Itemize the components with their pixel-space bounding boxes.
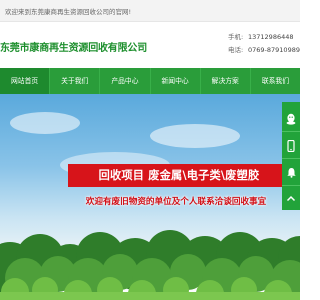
site-header: 东莞市康商再生资源回收有限公司 手机: 13712986448 电话: 0769… — [0, 22, 300, 68]
nav-item-home[interactable]: 网站首页 — [0, 68, 51, 94]
banner-title-box: 回收项目 废金属\电子类\废塑胶 — [68, 164, 290, 187]
contact-info: 手机: 13712986448 电话: 0769-87910989 — [228, 31, 300, 57]
cloud — [150, 124, 240, 148]
company-name[interactable]: 东莞市康商再生资源回收有限公司 — [0, 39, 147, 54]
tel-label: 电话: — [228, 46, 244, 54]
side-toolbar — [282, 102, 300, 210]
wechat-icon[interactable] — [282, 160, 300, 186]
nav-item-news[interactable]: 新闻中心 — [151, 68, 201, 94]
phone-label: 手机: — [228, 33, 244, 41]
nav-item-about[interactable]: 关于我们 — [50, 68, 101, 94]
nav-item-contact[interactable]: 联系我们 — [251, 68, 300, 94]
nav-item-products[interactable]: 产品中心 — [100, 68, 151, 94]
phone-number: 13712986448 — [248, 33, 294, 41]
trees-illustration — [0, 230, 300, 300]
banner-subtitle: 欢迎有废旧物资的单位及个人联系洽谈回收事宜 — [85, 197, 267, 207]
banner-title: 回收项目 废金属\电子类\废塑胶 — [98, 169, 260, 182]
nav-item-solutions[interactable]: 解决方案 — [201, 68, 251, 94]
back-to-top-icon[interactable] — [282, 186, 300, 212]
cloud — [10, 112, 80, 134]
qq-icon[interactable] — [282, 106, 300, 132]
hero-banner: 回收项目 废金属\电子类\废塑胶 欢迎有废旧物资的单位及个人联系洽谈回收事宜 — [0, 94, 300, 300]
phone-icon[interactable] — [282, 133, 300, 159]
tel-number: 0769-87910989 — [248, 46, 300, 54]
welcome-text: 欢迎来到东莞康商再生资源回收公司的官网! — [5, 8, 132, 16]
main-nav: 网站首页 关于我们 产品中心 新闻中心 解决方案 联系我们 — [0, 68, 300, 94]
top-welcome-bar: 欢迎来到东莞康商再生资源回收公司的官网! — [0, 0, 300, 22]
